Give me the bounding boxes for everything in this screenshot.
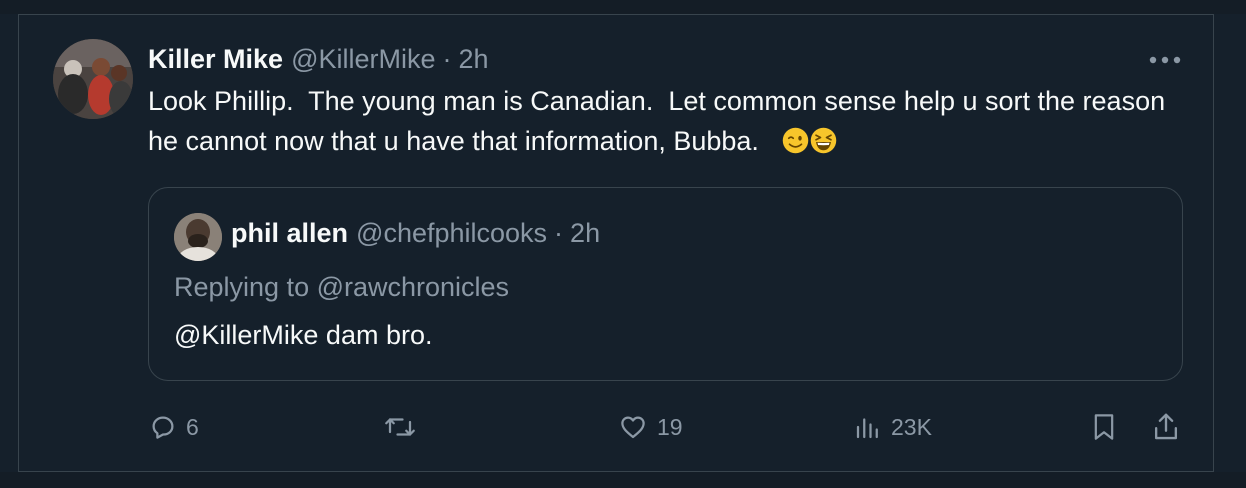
quoted-author-avatar[interactable] bbox=[174, 213, 222, 261]
share-button[interactable] bbox=[1151, 407, 1181, 447]
quoted-author-name[interactable]: phil allen bbox=[231, 218, 348, 249]
author-avatar[interactable] bbox=[53, 39, 133, 119]
views-button[interactable]: 23K bbox=[853, 407, 932, 447]
tweet[interactable]: Killer Mike @KillerMike · 2h Look Philli… bbox=[18, 14, 1214, 472]
retweet-icon bbox=[385, 418, 415, 436]
timeline-bottom-divider bbox=[0, 472, 1246, 488]
views-icon bbox=[856, 418, 878, 439]
header-separator: · bbox=[442, 43, 452, 74]
tweet-header: Killer Mike @KillerMike · 2h bbox=[148, 41, 489, 77]
author-name[interactable]: Killer Mike bbox=[148, 44, 283, 75]
quoted-tweet[interactable]: phil allen @chefphilcooks · 2h Replying … bbox=[148, 187, 1183, 381]
winking-face-emoji bbox=[783, 127, 809, 154]
grinning-squinting-face-emoji bbox=[811, 127, 837, 154]
bookmark-icon bbox=[1094, 414, 1114, 440]
author-handle[interactable]: @KillerMike bbox=[291, 44, 435, 75]
timeline-top-divider bbox=[0, 0, 1246, 14]
reply-button[interactable]: 6 bbox=[148, 407, 199, 447]
quoted-tweet-text: @KillerMike dam bro. bbox=[174, 320, 433, 350]
share-icon bbox=[1154, 413, 1178, 440]
retweet-button[interactable] bbox=[383, 407, 425, 447]
tweet-text: Look Phillip. The young man is Canadian.… bbox=[148, 86, 1173, 156]
more-button[interactable] bbox=[1145, 49, 1185, 71]
more-icon bbox=[1149, 56, 1181, 64]
like-button[interactable]: 19 bbox=[617, 407, 683, 447]
quoted-tweet-timestamp[interactable]: 2h bbox=[570, 218, 600, 249]
tweet-actions: 6 19 23K bbox=[19, 407, 1215, 447]
tweet-timestamp[interactable]: 2h bbox=[459, 44, 489, 75]
replying-to: Replying to @rawchronicles bbox=[174, 272, 510, 302]
reply-count: 6 bbox=[186, 413, 199, 440]
tweet-body: Look Phillip. The young man is Canadian.… bbox=[148, 81, 1168, 161]
bookmark-button[interactable] bbox=[1090, 407, 1118, 447]
views-count: 23K bbox=[891, 413, 932, 440]
like-count: 19 bbox=[657, 413, 683, 440]
quoted-tweet-header: phil allen @chefphilcooks · 2h bbox=[231, 216, 600, 250]
heart-icon bbox=[621, 416, 645, 439]
reply-icon bbox=[152, 416, 174, 439]
quoted-author-handle[interactable]: @chefphilcooks bbox=[356, 218, 547, 249]
quoted-header-separator: · bbox=[554, 217, 564, 248]
